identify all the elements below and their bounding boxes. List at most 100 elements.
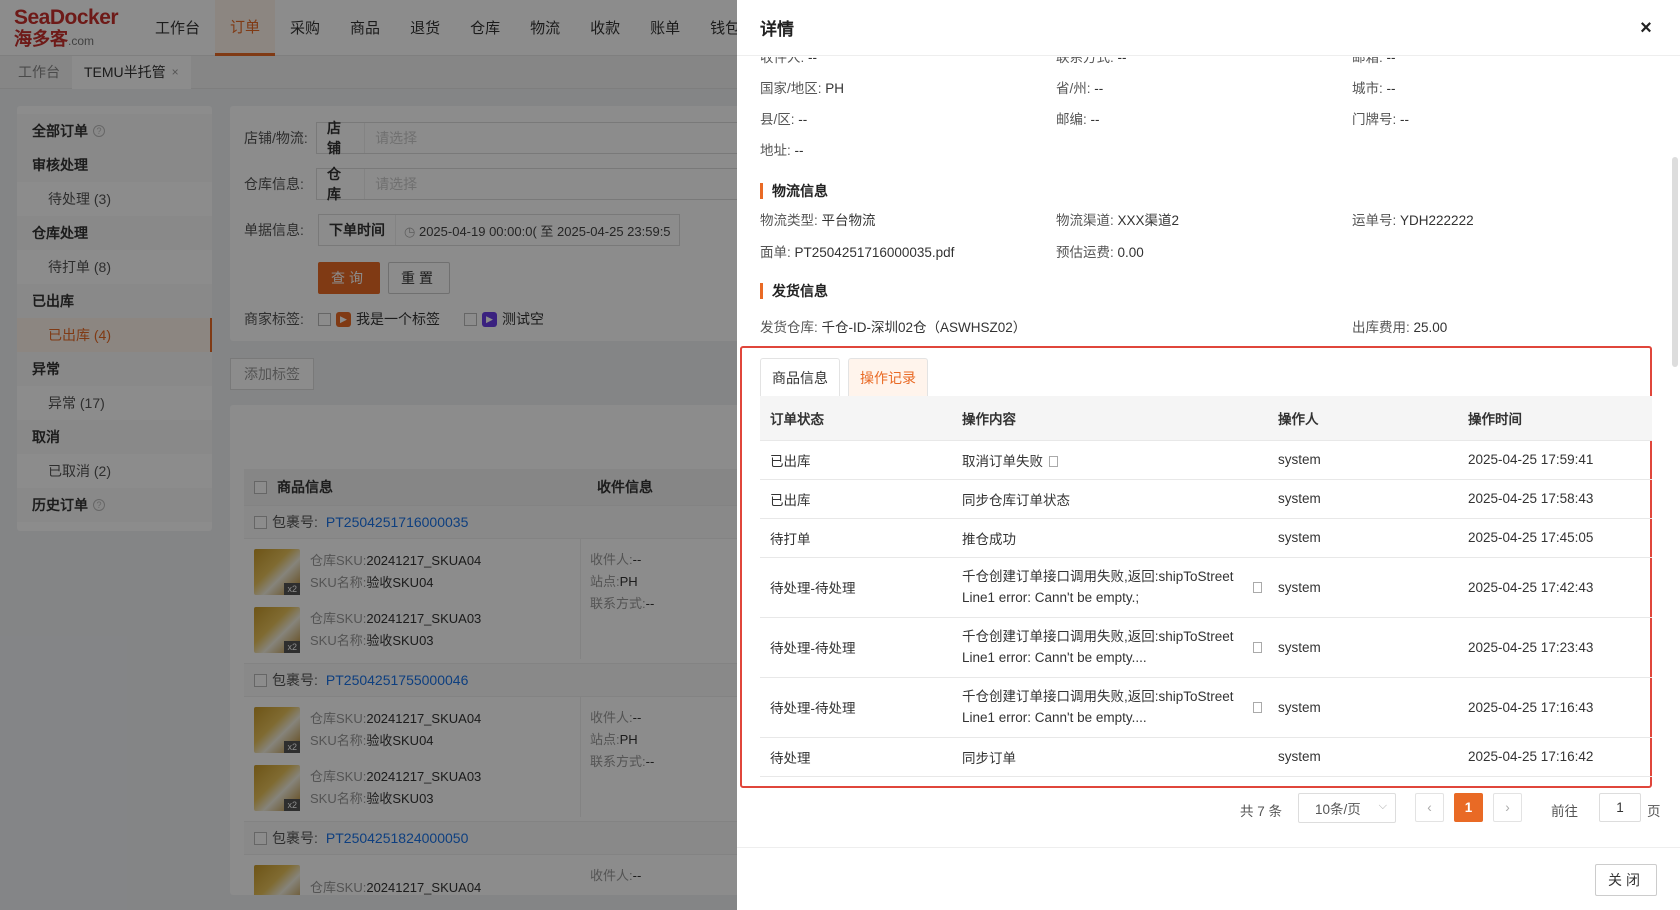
content-line-1: 千仓创建订单接口调用失败,返回:shipToStreet [962,689,1234,704]
col-order-status: 订单状态 [760,396,952,441]
cell-operator: system [1268,479,1458,519]
cell-time: 2025-04-25 17:58:43 [1458,479,1652,519]
copy-icon[interactable] [1253,581,1262,593]
detail-drawer: 详情 × 收件人: -- 联系方式: -- 邮箱: -- 国家/地区: PH 省… [737,0,1680,910]
cell-content: 推仓成功 [952,518,1268,558]
cell-content: 千仓创建订单接口调用失败,返回:shipToStreet Line1 error:… [952,617,1268,678]
info-value: XXX渠道2 [1117,213,1180,228]
tab-operation-log[interactable]: 操作记录 [848,358,928,396]
info-label: 邮编: [1056,112,1087,127]
prev-page-button[interactable]: ‹ [1415,793,1444,822]
content-text: 千仓创建订单接口调用失败,返回:shipToStreet Line1 error:… [962,626,1247,668]
info-value: -- [1400,112,1410,127]
page-size-select[interactable]: 10条/页 ⌵ [1298,793,1396,823]
info-value: 25.00 [1413,320,1448,335]
cell-time: 2025-04-25 17:45:05 [1458,518,1652,558]
table-row: 待处理 同步订单 system 2025-04-25 17:16:42 [760,737,1652,777]
info-label: 运单号: [1352,213,1397,228]
content-text: 千仓创建订单接口调用失败,返回:shipToStreet Line1 error:… [962,686,1247,728]
table-row: 待处理-待处理 千仓创建订单接口调用失败,返回:shipToStreet Line… [760,617,1652,678]
content-wrap: 千仓创建订单接口调用失败,返回:shipToStreet Line1 error:… [962,686,1268,728]
cell-operator: system [1268,677,1458,738]
cell-operator: system [1268,617,1458,678]
cell-time: 2025-04-25 17:59:41 [1458,440,1652,480]
cell-status: 已出库 [760,440,952,480]
info-value: -- [1094,81,1104,96]
info-province: 省/州: -- [1056,77,1103,97]
info-value: -- [1117,57,1127,65]
info-label: 预估运费: [1056,245,1114,260]
info-zip: 邮编: -- [1056,108,1100,128]
cell-time: 2025-04-25 17:42:43 [1458,557,1652,618]
table-row: 已出库 同步仓库订单状态 system 2025-04-25 17:58:43 [760,479,1652,519]
info-label: 面单: [760,245,791,260]
info-label: 地址: [760,143,791,158]
copy-icon[interactable] [1049,456,1058,468]
cell-status: 待处理 [760,737,952,777]
info-ship-warehouse: 发货仓库: 千仓-ID-深圳02仓（ASWHSZ02） [760,316,1026,336]
section-title-logistics: 物流信息 [760,183,828,199]
content-line-2: Line1 error: Cann't be empty.... [962,710,1147,725]
page-1-button[interactable]: 1 [1454,793,1483,822]
cell-status: 待打单 [760,518,952,558]
next-page-button[interactable]: › [1493,793,1522,822]
drawer-footer: 关闭 [737,847,1680,910]
section-title-shipping: 发货信息 [760,283,828,299]
info-email-cut: 邮箱: -- [1352,57,1396,66]
info-label: 物流渠道: [1056,213,1114,228]
highlighted-panel: 商品信息 操作记录 订单状态 操作内容 操作人 操作时间 已出库 取消订单失败 [740,346,1652,788]
pagination-total: 共 7 条 [1240,804,1283,819]
cell-status: 待处理-待处理 [760,617,952,678]
close-icon[interactable]: × [1634,16,1658,40]
info-label: 城市: [1352,81,1383,96]
info-label: 县/区: [760,112,795,127]
info-value: -- [1090,112,1100,127]
copy-icon[interactable] [1253,701,1262,713]
info-country: 国家/地区: PH [760,77,844,97]
info-value: -- [1386,81,1396,96]
info-value: -- [1386,57,1396,65]
col-operator: 操作人 [1268,396,1458,441]
info-logistics-channel: 物流渠道: XXX渠道2 [1056,209,1179,229]
info-value: -- [798,112,808,127]
cell-operator: system [1268,440,1458,480]
content-line-1: 千仓创建订单接口调用失败,返回:shipToStreet [962,569,1234,584]
table-row: 待处理-待处理 千仓创建订单接口调用失败,返回:shipToStreet Line… [760,677,1652,738]
content-line-2: Line1 error: Cann't be empty.... [962,650,1147,665]
col-operation-time: 操作时间 [1458,396,1652,441]
page-size-value: 10条/页 [1315,802,1361,817]
info-label-file: 面单: PT2504251716000035.pdf [760,241,954,261]
info-value[interactable]: PT2504251716000035.pdf [795,245,955,260]
drawer-header: 详情 [737,0,1680,56]
page-unit: 页 [1647,804,1661,819]
content-line-1: 千仓创建订单接口调用失败,返回:shipToStreet [962,629,1234,644]
info-address: 地址: -- [760,139,804,159]
info-logistics-type: 物流类型: 平台物流 [760,209,876,229]
modal-overlay[interactable] [0,0,737,910]
info-label: 联系方式: [1056,57,1114,65]
info-est-fee: 预估运费: 0.00 [1056,241,1144,261]
cell-operator: system [1268,557,1458,618]
cell-status: 待处理-待处理 [760,557,952,618]
copy-icon[interactable] [1253,641,1262,653]
info-out-fee: 出库费用: 25.00 [1352,316,1447,336]
cell-time: 2025-04-25 17:16:42 [1458,737,1652,777]
col-operation-content: 操作内容 [952,396,1268,441]
info-city: 城市: -- [1352,77,1396,97]
info-waybill: 运单号: YDH222222 [1352,209,1474,229]
info-contact-cut: 联系方式: -- [1056,57,1127,66]
close-button[interactable]: 关闭 [1595,864,1657,896]
content-wrap: 千仓创建订单接口调用失败,返回:shipToStreet Line1 error:… [962,626,1268,668]
scrollbar[interactable] [1672,157,1678,367]
table-row: 待处理-待处理 千仓创建订单接口调用失败,返回:shipToStreet Line… [760,557,1652,618]
content-line-2: Line1 error: Cann't be empty.; [962,590,1140,605]
cell-content: 同步订单 [952,737,1268,777]
goto-page-input[interactable]: 1 [1599,793,1641,822]
table-header-row: 订单状态 操作内容 操作人 操作时间 [760,396,1652,441]
tab-product-info[interactable]: 商品信息 [760,358,840,396]
cell-content: 千仓创建订单接口调用失败,返回:shipToStreet Line1 error:… [952,557,1268,618]
info-value: 千仓-ID-深圳02仓（ASWHSZ02） [821,320,1027,335]
info-value: -- [808,57,818,65]
content-wrap: 千仓创建订单接口调用失败,返回:shipToStreet Line1 error:… [962,566,1268,608]
cell-operator: system [1268,518,1458,558]
